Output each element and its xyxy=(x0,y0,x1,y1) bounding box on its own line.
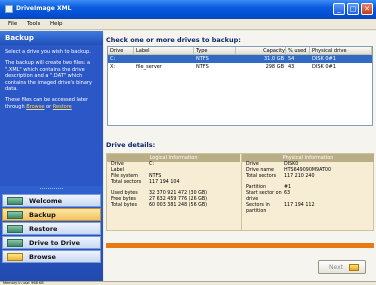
physical-info-header: Physical Information xyxy=(242,154,374,162)
sidebar-item-label: Backup xyxy=(29,211,56,219)
help-para-1: Select a drive you wish to backup. xyxy=(5,49,91,55)
info-row: Total sectors 117 210 240 xyxy=(242,174,374,180)
col-used[interactable]: % used xyxy=(286,46,310,55)
next-button[interactable]: Next xyxy=(318,260,366,274)
close-button[interactable]: ✕ xyxy=(361,3,373,15)
info-key: Total sectors xyxy=(246,174,277,179)
info-key: Sectors in partition xyxy=(246,203,270,214)
drive-to-drive-icon xyxy=(7,239,23,247)
info-row: Start sector on drive 63 xyxy=(242,191,374,203)
restore-link[interactable]: Restore xyxy=(53,104,72,110)
sidebar-item-label: Restore xyxy=(29,225,58,233)
sidebar: Backup Select a drive you wish to backup… xyxy=(0,31,103,285)
info-row: Total bytes 60 003 381 248 (56 GB) xyxy=(107,203,240,209)
logical-info-header: Logical Information xyxy=(107,154,240,162)
cell-type: NTFS xyxy=(196,56,209,62)
info-value: 60 003 381 248 (56 GB) xyxy=(149,203,208,208)
status-bar: Memory in use: 968 KB xyxy=(0,281,376,285)
col-capacity[interactable]: Capacity xyxy=(236,46,286,55)
menu-help[interactable]: Help xyxy=(50,21,63,27)
sidebar-header: Backup xyxy=(0,31,103,45)
table-row[interactable]: X: file_server NTFS 298 GB 43 DISK 0#1 xyxy=(108,63,372,71)
logical-info-panel: Logical Information Drive C: Label File s… xyxy=(107,154,240,230)
restore-icon xyxy=(7,225,23,233)
welcome-icon xyxy=(7,197,23,205)
cell-used: 54 xyxy=(288,56,295,62)
sidebar-help: Select a drive you wish to backup. The b… xyxy=(0,45,103,119)
sidebar-item-restore[interactable]: Restore xyxy=(2,222,101,235)
sidebar-item-drive-to-drive[interactable]: Drive to Drive xyxy=(2,236,101,249)
table-row[interactable]: C: NTFS 31.0 GB 54 DISK 0#1 xyxy=(108,55,372,63)
details-title: Drive details: xyxy=(106,141,156,149)
browse-folder-icon xyxy=(7,253,23,261)
progress-bar xyxy=(106,243,374,248)
cell-drive: X: xyxy=(110,64,116,70)
drives-title: Check one or more drives to backup: xyxy=(106,36,241,44)
info-value: 117 210 240 xyxy=(284,174,315,179)
info-row: Sectors in partition 117 194 112 xyxy=(242,203,374,215)
info-value: 63 xyxy=(284,191,291,196)
window-title: DriveImage XML xyxy=(16,5,72,12)
cell-type: NTFS xyxy=(196,64,209,70)
sidebar-item-browse[interactable]: Browse xyxy=(2,250,101,263)
info-key: Start sector on drive xyxy=(246,191,282,202)
next-arrow-icon xyxy=(349,264,359,271)
sidebar-item-label: Welcome xyxy=(29,197,63,205)
cell-drive: C: xyxy=(110,56,116,62)
backup-icon xyxy=(7,211,23,219)
help-para-3: These files can be accessed later throug… xyxy=(5,97,98,110)
col-label[interactable]: Label xyxy=(134,46,194,55)
info-key: Total sectors xyxy=(111,180,142,185)
sidebar-nav: Welcome Backup Restore Drive to Drive Br… xyxy=(0,186,103,285)
sidebar-item-backup[interactable]: Backup xyxy=(2,208,101,221)
title-bar: DriveImage XML _ □ ✕ xyxy=(0,0,376,19)
cell-physical: DISK 0#1 xyxy=(312,56,336,62)
browse-link[interactable]: Browse xyxy=(26,104,44,110)
info-value: 117 194 104 xyxy=(149,180,180,185)
sidebar-item-welcome[interactable]: Welcome xyxy=(2,194,101,207)
menu-bar: File Tools Help xyxy=(0,19,376,30)
menu-tools[interactable]: Tools xyxy=(27,21,41,27)
cell-physical: DISK 0#1 xyxy=(312,64,336,70)
cell-label: file_server xyxy=(136,64,162,70)
col-drive[interactable]: Drive xyxy=(108,46,134,55)
next-button-label: Next xyxy=(329,264,343,271)
cell-capacity: 31.0 GB xyxy=(263,56,284,62)
app-icon xyxy=(5,5,13,13)
info-value: 117 194 112 xyxy=(284,203,315,208)
cell-capacity: 298 GB xyxy=(265,64,284,70)
help-para-2: The backup will create two files: a ".XM… xyxy=(5,60,92,93)
maximize-button[interactable]: □ xyxy=(347,3,359,15)
menu-file[interactable]: File xyxy=(8,21,17,27)
help-para-3-mid: or xyxy=(44,103,53,110)
sidebar-item-label: Drive to Drive xyxy=(29,239,81,247)
info-row: Total sectors 117 194 104 xyxy=(107,180,240,186)
info-value: C: xyxy=(149,162,154,167)
info-key: Total bytes xyxy=(111,203,137,208)
col-physical[interactable]: Physical drive xyxy=(310,46,372,55)
status-text: Memory in use: 968 KB xyxy=(3,281,44,285)
minimize-button[interactable]: _ xyxy=(333,3,345,15)
sidebar-item-label: Browse xyxy=(29,253,56,261)
cell-used: 43 xyxy=(288,64,295,70)
drive-details: Logical Information Drive C: Label File s… xyxy=(106,153,374,231)
table-header: Drive Label Type Capacity % used Physica… xyxy=(108,46,372,55)
splitter-grip[interactable] xyxy=(40,188,63,192)
col-type[interactable]: Type xyxy=(194,46,236,55)
drives-table: Drive Label Type Capacity % used Physica… xyxy=(107,46,373,126)
physical-info-panel: Physical Information Drive DISK0 Drive na… xyxy=(241,154,374,230)
main-panel: Check one or more drives to backup: Driv… xyxy=(104,31,376,281)
